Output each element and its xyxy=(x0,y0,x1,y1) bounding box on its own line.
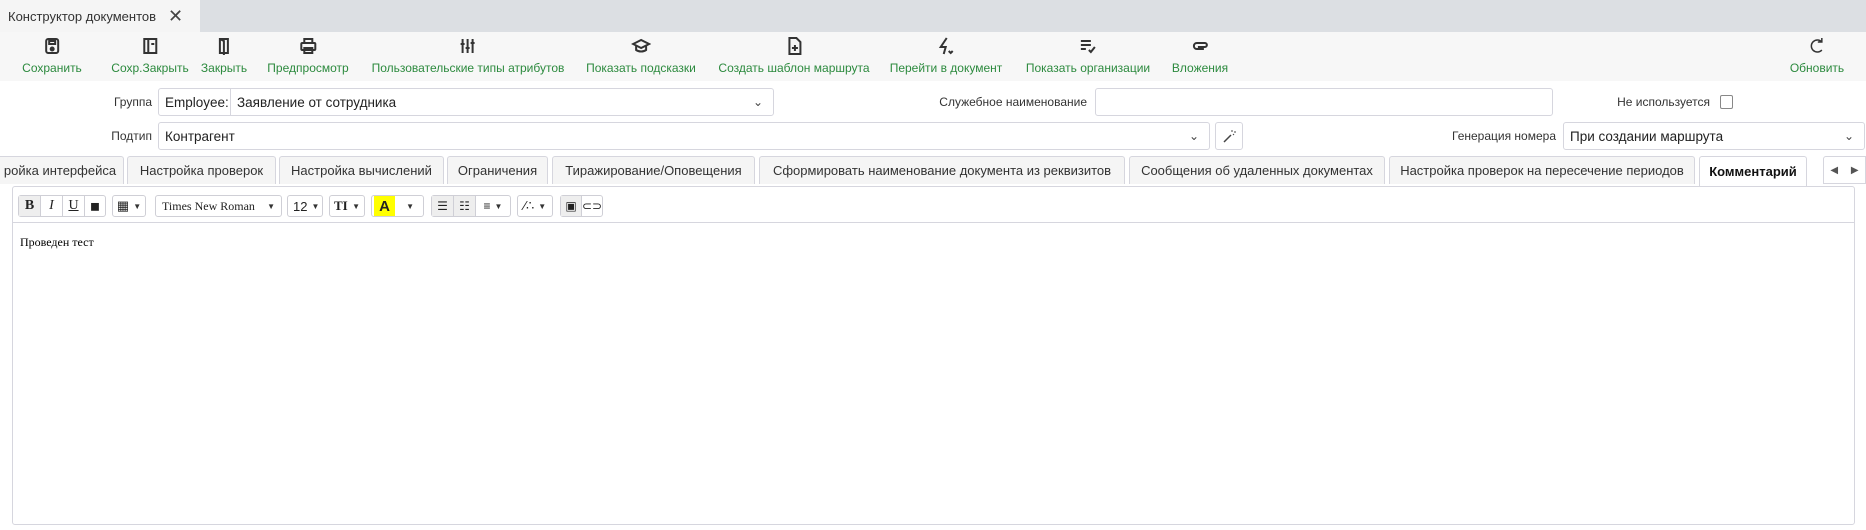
service-name-label: Служебное наименование xyxy=(939,95,1087,109)
font-color-dropdown[interactable]: ▼ xyxy=(397,196,423,216)
show-hints-button[interactable]: Показать подсказки xyxy=(586,36,696,75)
format-group: B I U ◼ xyxy=(18,195,106,217)
text-style-icon: TI xyxy=(334,198,348,213)
create-route-template-button[interactable]: Создать шаблон маршрута xyxy=(718,36,870,75)
chevron-down-icon: ⌄ xyxy=(1843,129,1854,143)
tab-interface-settings[interactable]: ройка интерфейса xyxy=(0,156,124,184)
file-plus-icon xyxy=(788,37,801,55)
graduation-cap-icon xyxy=(630,38,651,53)
door-icon xyxy=(219,38,229,55)
show-organizations-button[interactable]: Показать организации xyxy=(1026,36,1150,75)
italic-button[interactable]: I xyxy=(41,196,63,216)
tab-scroll-buttons: ◀ ▶ xyxy=(1823,156,1866,184)
font-name-value: Times New Roman xyxy=(162,198,255,213)
underline-button[interactable]: U xyxy=(63,196,85,216)
close-button[interactable]: Закрыть xyxy=(201,36,247,75)
text-style-select[interactable]: TI ▼ xyxy=(329,195,365,217)
paragraph-group: ☰ ☷ ≡ ▼ xyxy=(431,195,511,217)
tab-calculations-settings[interactable]: Настройка вычислений xyxy=(279,156,444,184)
subtype-select[interactable]: Контрагент ⌄ xyxy=(158,122,1210,150)
scroll-left-icon[interactable]: ◀ xyxy=(1830,165,1838,176)
group-value: Заявление от сотрудника xyxy=(237,94,397,110)
font-color-button[interactable]: A xyxy=(374,196,396,216)
door-save-icon xyxy=(143,38,157,54)
subtype-label: Подтип xyxy=(111,129,152,143)
image-icon[interactable]: ▣ xyxy=(561,196,582,216)
table-button[interactable]: ▦ ▼ xyxy=(112,195,146,217)
document-tab-title: Конструктор документов xyxy=(8,8,157,24)
numbered-list-icon[interactable]: ☷ xyxy=(454,196,476,216)
editor-content[interactable]: Проведен тест xyxy=(20,235,94,250)
font-size-select[interactable]: 12 ▼ xyxy=(287,195,323,217)
scroll-right-icon[interactable]: ▶ xyxy=(1851,165,1859,176)
close-icon[interactable]: ✕ xyxy=(168,6,183,27)
tab-form-document-name[interactable]: Сформировать наименование документа из р… xyxy=(759,156,1125,184)
numbering-select[interactable]: При создании маршрута ⌄ xyxy=(1563,122,1865,150)
chevron-down-icon: ⌄ xyxy=(1188,129,1199,143)
attachments-button[interactable]: Вложения xyxy=(1172,36,1228,75)
font-size-value: 12 xyxy=(293,198,308,214)
group-label: Группа xyxy=(113,95,152,109)
eraser-icon[interactable]: ◼ xyxy=(85,196,105,216)
save-close-button[interactable]: Сохр.Закрыть xyxy=(111,36,189,75)
numbering-value: При создании маршрута xyxy=(1570,128,1724,144)
tab-comment[interactable]: Комментарий xyxy=(1699,156,1807,186)
numbering-label: Генерация номера xyxy=(1452,129,1556,143)
comment-editor: B I U ◼ ▦ ▼ Times New Roman ▼ 12 ▼ TI ▼ A ▼ … xyxy=(12,186,1855,525)
insert-group: ▣ ⊂⊃ xyxy=(560,195,603,217)
link-icon[interactable]: ⊂⊃ xyxy=(582,196,602,216)
lightning-icon xyxy=(939,37,954,55)
service-name-input[interactable] xyxy=(1095,88,1553,116)
refresh-button[interactable]: Обновить xyxy=(1790,36,1844,75)
magic-wand-icon xyxy=(1223,130,1236,143)
font-color-group: A ▼ xyxy=(371,195,424,217)
save-icon xyxy=(44,38,59,54)
align-icon[interactable]: ≡ ▼ xyxy=(476,196,510,216)
bold-button[interactable]: B xyxy=(19,196,41,216)
tab-deleted-documents-messages[interactable]: Сообщения об удаленных документах xyxy=(1129,156,1385,184)
document-tab[interactable]: Конструктор документов ✕ xyxy=(0,0,200,32)
custom-attribute-types-button[interactable]: Пользовательские типы атрибутов xyxy=(372,36,564,75)
main-toolbar: Сохранить Сохр.Закрыть Закрыть Предпросм… xyxy=(0,32,1866,81)
tab-replication-notifications[interactable]: Тиражирование/Оповещения xyxy=(552,156,755,184)
group-select[interactable]: Employee: Заявление от сотрудника ⌄ xyxy=(158,88,774,116)
bullet-list-icon[interactable]: ☰ xyxy=(432,196,454,216)
group-code: Employee: xyxy=(159,89,231,115)
preview-button[interactable]: Предпросмотр xyxy=(267,36,349,75)
tab-restrictions[interactable]: Ограничения xyxy=(447,156,548,184)
table-icon: ▦ xyxy=(116,198,130,213)
tab-checks-settings[interactable]: Настройка проверок xyxy=(127,156,276,184)
chevron-down-icon: ⌄ xyxy=(752,95,763,109)
magic-wand-icon: ⁄∴ xyxy=(523,198,535,213)
list-check-icon xyxy=(1080,40,1096,54)
magic-format-button[interactable]: ⁄∴ ▼ xyxy=(517,195,553,217)
not-used-label: Не используется xyxy=(1617,95,1710,109)
sliders-icon xyxy=(460,39,475,53)
save-button[interactable]: Сохранить xyxy=(22,36,82,75)
subtype-value: Контрагент xyxy=(165,128,235,144)
font-name-select[interactable]: Times New Roman ▼ xyxy=(155,195,282,217)
tab-period-overlap-checks[interactable]: Настройка проверок на пересечение период… xyxy=(1389,156,1695,184)
window-tab-strip: Конструктор документов ✕ xyxy=(0,0,1866,32)
not-used-checkbox[interactable] xyxy=(1720,95,1733,109)
go-to-document-button[interactable]: Перейти в документ xyxy=(890,36,1002,75)
refresh-icon xyxy=(1810,38,1823,53)
printer-icon xyxy=(299,38,316,54)
editor-toolbar: B I U ◼ ▦ ▼ Times New Roman ▼ 12 ▼ TI ▼ A ▼ … xyxy=(13,187,1854,223)
paperclip-icon xyxy=(1193,42,1208,50)
magic-wand-button[interactable] xyxy=(1215,122,1243,150)
